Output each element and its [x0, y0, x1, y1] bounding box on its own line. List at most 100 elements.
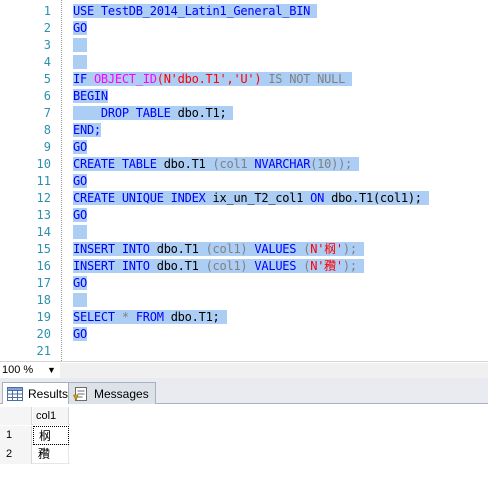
line-number: 9 — [43, 140, 51, 154]
line-number: 8 — [43, 123, 51, 137]
code-token: dbo.T1; — [170, 310, 220, 324]
code-token: ); — [342, 259, 357, 273]
line-number-gutter: 1 2 3 4 5 6 7 8 9 10 11 12 13 14 15 16 1… — [0, 3, 55, 360]
messages-icon — [73, 386, 89, 401]
code-token: ); — [342, 242, 357, 256]
code-token: BEGIN — [73, 89, 108, 103]
line-number: 5 — [43, 72, 51, 86]
selection-margin-divider — [61, 0, 62, 361]
code-token: GO — [73, 276, 87, 290]
code-token: GO — [73, 21, 87, 35]
zoom-dropdown[interactable]: 100 % ▼ — [2, 363, 58, 378]
editor-status-strip: 100 % ▼ — [0, 361, 488, 378]
grid-cell[interactable]: 䂎 — [33, 445, 69, 464]
code-line-6: BEGIN — [73, 88, 429, 105]
code-line-8: END; — [73, 122, 429, 139]
code-line-2: GO — [73, 20, 429, 37]
grid-corner-cell[interactable] — [0, 407, 32, 425]
line-number: 18 — [36, 293, 51, 307]
code-token: * — [121, 310, 129, 324]
line-number: 6 — [43, 89, 51, 103]
code-token: OBJECT_ID — [93, 72, 157, 86]
line-number: 4 — [43, 55, 51, 69]
line-number: 17 — [36, 276, 51, 290]
code-token: DROP TABLE — [100, 106, 171, 120]
code-line-16: INSERT INTO dbo.T1 (col1) VALUES (N'䂎'); — [73, 258, 429, 275]
code-token: VALUES — [254, 259, 297, 273]
code-token: NVARCHAR — [254, 157, 311, 171]
line-number: 20 — [36, 327, 51, 341]
line-number: 16 — [36, 259, 51, 273]
line-number: 11 — [36, 174, 51, 188]
code-token: GO — [73, 174, 87, 188]
line-number: 1 — [43, 4, 51, 18]
code-line-3 — [73, 37, 429, 54]
query-editor[interactable]: 1 2 3 4 5 6 7 8 9 10 11 12 13 14 15 16 1… — [0, 0, 488, 361]
line-number: 14 — [36, 225, 51, 239]
code-token: ON — [310, 191, 325, 205]
code-line-17: GO — [73, 275, 429, 292]
results-grid[interactable]: col1 1 㭎 2 䂎 — [0, 404, 488, 489]
code-token: CREATE UNIQUE INDEX — [73, 191, 206, 205]
line-number: 7 — [43, 106, 51, 120]
code-line-15: INSERT INTO dbo.T1 (col1) VALUES (N'㭎'); — [73, 241, 429, 258]
code-token: (col1 — [212, 157, 248, 171]
code-token: dbo.T1 — [156, 242, 199, 256]
grid-header-row: col1 — [0, 407, 70, 425]
row-number[interactable]: 2 — [0, 445, 32, 464]
code-token: (col1) — [205, 259, 248, 273]
code-line-7: DROP TABLE dbo.T1; — [73, 105, 429, 122]
code-token: GO — [73, 140, 87, 154]
code-token: N'㭎' — [310, 242, 343, 256]
tab-results[interactable]: Results — [2, 382, 76, 405]
code-token: (col1) — [205, 242, 248, 256]
code-token: END; — [73, 123, 101, 137]
code-token: (N'dbo.T1','U') — [156, 72, 262, 86]
tab-results-label: Results — [28, 387, 69, 401]
horizontal-scrollbar[interactable] — [60, 363, 488, 378]
code-token: INSERT INTO — [73, 242, 150, 256]
code-token: GO — [73, 208, 87, 222]
line-number: 12 — [36, 191, 51, 205]
results-grid-icon — [7, 387, 23, 401]
code-line-4 — [73, 54, 429, 71]
line-number: 3 — [43, 38, 51, 52]
zoom-value: 100 % — [2, 364, 34, 376]
code-line-12: CREATE UNIQUE INDEX ix_un_T2_col1 ON dbo… — [73, 190, 429, 207]
line-number: 2 — [43, 21, 51, 35]
line-number: 19 — [36, 310, 51, 324]
line-number: 15 — [36, 242, 51, 256]
code-token: dbo.T1(col1); — [331, 191, 422, 205]
dropdown-caret-icon: ▼ — [47, 365, 56, 375]
code-token: ix_un_T2_col1 — [212, 191, 304, 205]
code-token: dbo.T1 — [156, 259, 199, 273]
code-line-1: USE TestDB_2014_Latin1_General_BIN — [73, 3, 429, 20]
code-line-13: GO — [73, 207, 429, 224]
code-token: USE TestDB_2014_Latin1_General_BIN — [73, 4, 311, 18]
code-token: CREATE TABLE — [73, 157, 157, 171]
code-token: GO — [73, 327, 87, 341]
table-row[interactable]: 1 㭎 — [0, 426, 70, 445]
tab-messages[interactable]: Messages — [68, 382, 156, 404]
code-token: IS NOT NULL — [268, 72, 346, 86]
column-header-col1[interactable]: col1 — [33, 407, 69, 425]
row-number[interactable]: 1 — [0, 426, 32, 445]
code-token: dbo.T1 — [163, 157, 206, 171]
results-tab-bar: Results Messages — [0, 378, 488, 405]
code-line-20: GO — [73, 326, 429, 343]
code-token: VALUES — [254, 242, 297, 256]
table-row[interactable]: 2 䂎 — [0, 445, 70, 464]
code-line-10: CREATE TABLE dbo.T1 (col1 NVARCHAR(10)); — [73, 156, 429, 173]
tab-messages-label: Messages — [94, 386, 149, 401]
code-token: (10)); — [310, 157, 353, 171]
code-token: dbo.T1; — [177, 106, 227, 120]
code-token: IF — [73, 72, 87, 86]
code-line-18 — [73, 292, 429, 309]
code-line-19: SELECT * FROM dbo.T1; — [73, 309, 429, 326]
code-area[interactable]: USE TestDB_2014_Latin1_General_BIN GO IF… — [73, 3, 429, 360]
code-line-14 — [73, 224, 429, 241]
code-token: FROM — [135, 310, 164, 324]
code-token: N'䂎' — [310, 259, 343, 273]
grid-cell[interactable]: 㭎 — [33, 426, 69, 445]
